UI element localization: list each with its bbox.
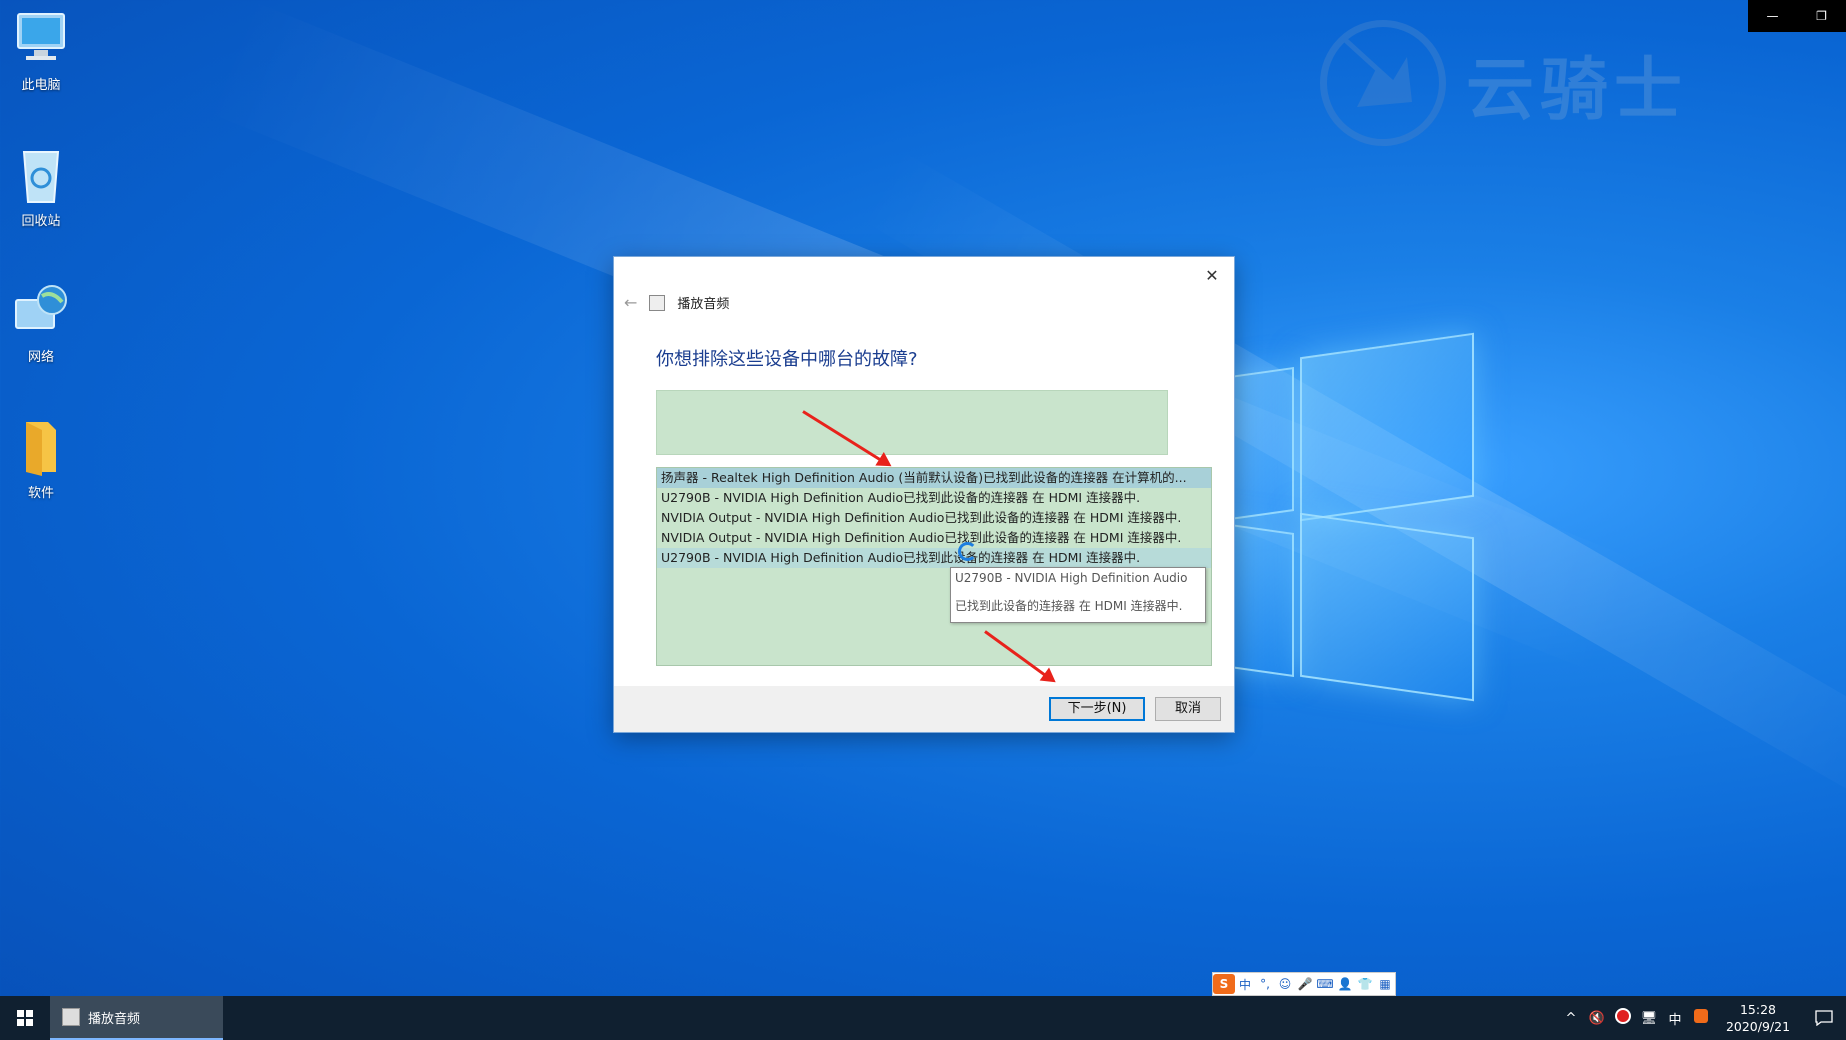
tooltip-line: 已找到此设备的连接器 在 HDMI 连接器中.: [955, 599, 1183, 613]
watermark-text: 云骑士: [1466, 49, 1689, 130]
close-button[interactable]: ✕: [1200, 263, 1224, 287]
window-controls: — ❐: [1748, 0, 1846, 32]
toolbox-icon[interactable]: ▦: [1375, 974, 1395, 994]
user-icon[interactable]: 👤: [1335, 974, 1355, 994]
troubleshooter-dialog: ✕ ← 播放音频 你想排除这些设备中哪台的故障? 扬声器 - Realtek H…: [614, 257, 1234, 732]
volume-muted-icon[interactable]: 🔇: [1584, 1011, 1610, 1026]
taskbar: 播放音频 ^ 🔇 🖥 中 15:28 2020/9/21: [0, 996, 1846, 1040]
troubleshooter-app-icon: [649, 294, 666, 311]
desktop-icon-label: 回收站: [21, 214, 61, 229]
network-tray-icon[interactable]: 🖥: [1636, 1011, 1662, 1026]
desktop-icon-label: 此电脑: [21, 78, 61, 93]
ime-toolbar[interactable]: S 中 °, ☺ 🎤 ⌨ 👤 👕 ▦: [1212, 972, 1396, 996]
knight-seal-icon: [1320, 20, 1446, 146]
emoji-icon[interactable]: ☺: [1275, 974, 1295, 994]
system-tray: ^ 🔇 🖥 中 15:28 2020/9/21: [1558, 996, 1846, 1040]
clock[interactable]: 15:28 2020/9/21: [1714, 1001, 1802, 1035]
computer-icon: [12, 8, 70, 70]
taskbar-app-button[interactable]: 播放音频: [50, 996, 223, 1040]
list-item[interactable]: U2790B - NVIDIA High Definition Audio已找到…: [657, 548, 1211, 568]
start-button[interactable]: [0, 996, 50, 1040]
clock-time: 15:28: [1739, 1002, 1777, 1017]
list-item[interactable]: U2790B - NVIDIA High Definition Audio已找到…: [657, 488, 1211, 508]
tray-chevron-icon[interactable]: ^: [1558, 1011, 1584, 1026]
record-icon[interactable]: [1610, 1008, 1636, 1028]
device-tooltip: U2790B - NVIDIA High Definition Audio 已找…: [950, 567, 1206, 623]
restore-button[interactable]: ❐: [1797, 0, 1846, 32]
highlight-box: [656, 390, 1168, 455]
recycle-bin-icon: [12, 144, 70, 206]
next-button[interactable]: 下一步(N): [1049, 697, 1145, 721]
desktop-icon-network[interactable]: 网络: [1, 280, 81, 365]
desktop-icon-label: 软件: [27, 486, 54, 501]
busy-cursor-icon: [958, 542, 977, 561]
list-item[interactable]: NVIDIA Output - NVIDIA High Definition A…: [657, 508, 1211, 528]
desktop-icon-label: 网络: [27, 350, 54, 365]
ime-mode[interactable]: 中: [1235, 974, 1255, 994]
minimize-button[interactable]: —: [1748, 0, 1797, 32]
desktop-icon-this-pc[interactable]: 此电脑: [1, 8, 81, 93]
mic-icon[interactable]: 🎤: [1295, 974, 1315, 994]
watermark: 云骑士: [1320, 20, 1688, 146]
ime-tray-indicator[interactable]: 中: [1662, 1009, 1688, 1028]
cancel-button[interactable]: 取消: [1155, 697, 1221, 721]
list-item[interactable]: NVIDIA Output - NVIDIA High Definition A…: [657, 528, 1211, 548]
troubleshooter-app-icon: [62, 1008, 80, 1026]
tooltip-line: U2790B - NVIDIA High Definition Audio: [955, 571, 1188, 585]
back-arrow-icon[interactable]: ←: [624, 293, 637, 312]
sogou-logo-icon[interactable]: S: [1213, 974, 1235, 994]
ime-punct[interactable]: °,: [1255, 974, 1275, 994]
list-item[interactable]: 扬声器 - Realtek High Definition Audio (当前默…: [657, 468, 1211, 488]
network-icon: [12, 280, 70, 342]
skin-icon[interactable]: 👕: [1355, 974, 1375, 994]
desktop-icon-recycle-bin[interactable]: 回收站: [1, 144, 81, 229]
notification-icon[interactable]: [1802, 1010, 1846, 1026]
windows-icon: [17, 1010, 33, 1026]
desktop-icon-folder[interactable]: 软件: [1, 416, 81, 501]
dialog-app-title: 播放音频: [677, 297, 730, 312]
keyboard-icon[interactable]: ⌨: [1315, 974, 1335, 994]
sogou-tray-icon[interactable]: [1688, 1009, 1714, 1027]
folder-icon: [12, 416, 70, 478]
dialog-nav: ← 播放音频: [624, 293, 729, 312]
dialog-heading: 你想排除这些设备中哪台的故障?: [656, 349, 918, 370]
taskbar-app-label: 播放音频: [88, 1011, 141, 1027]
clock-date: 2020/9/21: [1725, 1019, 1791, 1034]
